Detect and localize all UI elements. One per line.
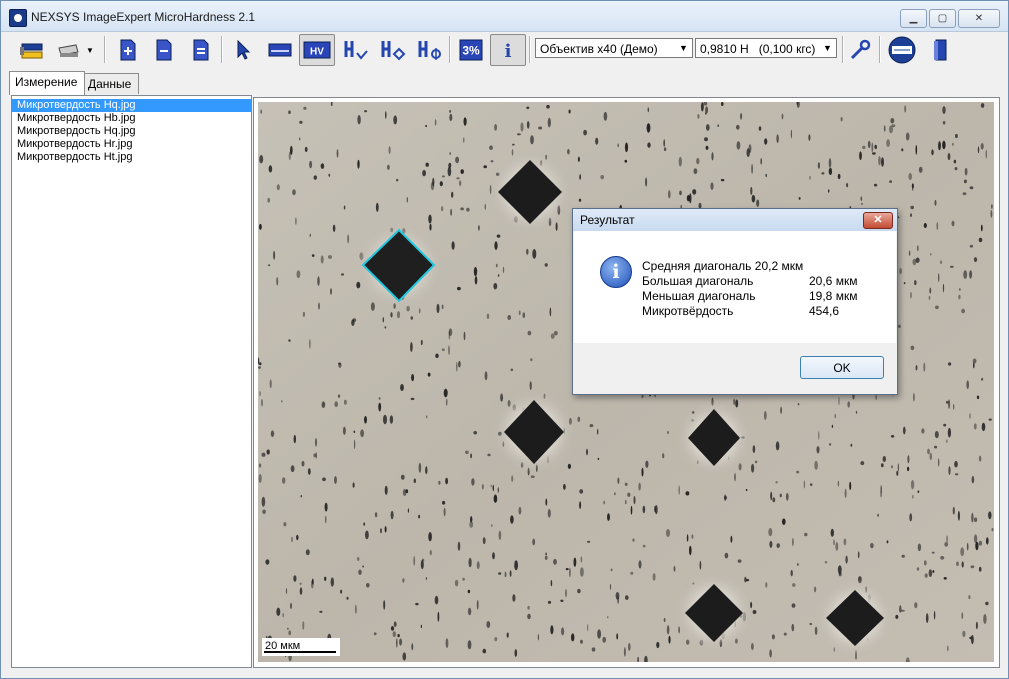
exit-button[interactable] [924,34,958,66]
result-label: Средняя диагональ 20,2 мкм [642,259,804,273]
percent-button[interactable]: 3% [454,34,488,66]
objective-select-value: Объектив x40 (Демо) [540,42,658,56]
list-item[interactable]: Микротвердость Hq.jpg [12,125,251,138]
result-value: 454,6 [809,304,840,318]
page-minus-icon [156,39,172,61]
dialog-title-bar[interactable]: Результат ✕ [573,209,897,231]
minimize-button[interactable]: ▁ [900,9,927,28]
list-item[interactable]: Микротвердость Hr.jpg [12,138,251,151]
chevron-down-icon: ▼ [823,43,832,53]
result-dialog: Результат ✕ i Средняя диагональ 20,2 мкм… [572,208,898,395]
main-toolbar: ▼ HV 3% i Объектив x40 (Демо) ▼ 0,9810 Н… [1,32,1008,67]
camera-settings-icon [20,43,43,59]
dialog-close-button[interactable]: ✕ [863,212,893,229]
indent-5 [674,572,754,652]
camera-settings-button[interactable] [15,34,49,66]
svg-text:i: i [505,41,512,62]
close-window-button[interactable]: ✕ [958,9,1000,28]
add-file-button[interactable] [111,34,145,66]
maximize-button[interactable]: ▢ [929,9,956,28]
indent-1 [488,150,572,234]
page-plus-icon [120,39,136,61]
file-list[interactable]: Микротвердость Hq.jpg Микротвердость Hb.… [11,95,252,668]
calibration-button[interactable] [884,34,920,66]
objective-select[interactable]: Объектив x40 (Демо) ▼ [535,38,693,58]
svg-text:3%: 3% [462,44,480,58]
scanner-dropdown[interactable]: ▼ [82,34,98,66]
window-title: NEXSYS ImageExpert MicroHardness 2.1 [31,10,256,24]
chevron-down-icon: ▼ [679,43,688,53]
pointer-tool-button[interactable] [226,34,260,66]
ruler-tool-button[interactable] [263,34,297,66]
settings-wrench-button[interactable] [843,34,877,66]
list-item[interactable]: Микротвердость Hq.jpg [12,99,251,112]
result-label: Большая диагональ [642,274,754,288]
hv-measure-icon: HV [303,41,331,59]
result-value: 20,6 мкм [809,274,858,288]
result-value: 19,8 мкм [809,289,858,303]
load-select[interactable]: 0,9810 Н (0,100 кгс) ▼ [695,38,837,58]
list-item[interactable]: Микротвердость Hb.jpg [12,112,251,125]
chevron-down-icon: ▼ [86,45,94,55]
tab-data[interactable]: Данные [82,73,139,94]
hardness-diamond-button[interactable] [376,34,410,66]
information-icon: i [600,256,632,288]
clear-files-button[interactable] [184,34,218,66]
hardness-check-icon [344,41,368,60]
cursor-arrow-icon [237,39,251,60]
dialog-body: i Средняя диагональ 20,2 мкм Большая диа… [574,231,896,343]
ruler-icon [268,43,292,57]
indent-3 [492,390,576,474]
wrench-icon [850,39,871,60]
info-toggle-button[interactable]: i [490,34,526,66]
app-logo-icon [9,9,27,27]
load-select-value: 0,9810 Н (0,100 кгс) [700,42,816,56]
indent-4 [676,400,752,476]
hv-tool-button[interactable]: HV [299,34,335,66]
hardness-circle-button[interactable] [413,34,447,66]
remove-file-button[interactable] [147,34,181,66]
result-label: Микротвёрдость [642,304,734,318]
ok-button[interactable]: OK [800,356,884,379]
indent-measured [355,222,443,310]
page-clear-icon [193,39,209,61]
percent-icon: 3% [459,39,483,61]
hardness-diag-button[interactable] [339,34,373,66]
title-bar[interactable]: NEXSYS ImageExpert MicroHardness 2.1 ▁ ▢… [1,1,1008,32]
info-icon: i [505,41,512,62]
result-label: Меньшая диагональ [642,289,756,303]
calibration-disc-icon [888,36,916,64]
exit-door-icon [934,39,947,61]
scanner-icon [58,44,79,57]
hardness-diamond-icon [381,41,406,61]
scanner-button[interactable] [53,34,83,66]
svg-text:HV: HV [310,47,324,58]
dialog-title: Результат [580,213,635,227]
hardness-circle-icon [418,41,441,60]
scale-bar: 20 мкм [262,638,340,656]
list-item[interactable]: Микротвердость Ht.jpg [12,151,251,164]
indent-6 [815,578,895,658]
tab-measurement[interactable]: Измерение [9,71,85,95]
app-window: NEXSYS ImageExpert MicroHardness 2.1 ▁ ▢… [0,0,1009,679]
